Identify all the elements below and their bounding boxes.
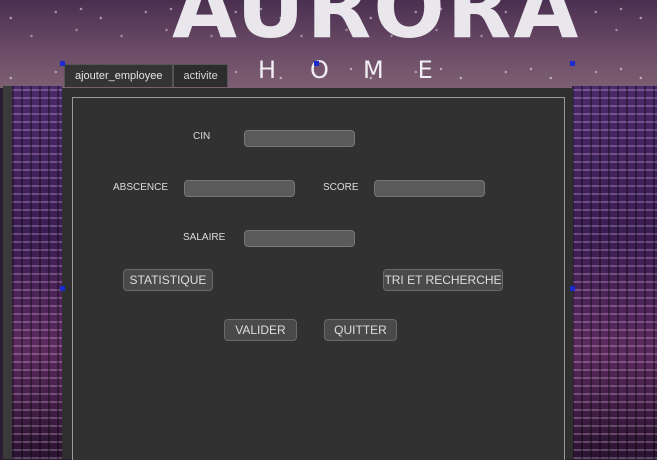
cin-input[interactable] bbox=[244, 130, 355, 147]
salaire-label: SALAIRE bbox=[183, 232, 226, 243]
tri-recherche-button[interactable]: TRI ET RECHERCHE bbox=[383, 269, 503, 291]
tab-ajouter-employee[interactable]: ajouter_employee bbox=[64, 64, 174, 87]
banner-title: AURORA bbox=[172, 0, 581, 57]
city-background-right bbox=[572, 86, 657, 459]
selection-handle-top-right[interactable] bbox=[570, 61, 575, 66]
banner-subtitle: HOME bbox=[258, 56, 467, 84]
city-background-left bbox=[12, 86, 62, 459]
abscence-label: ABSCENCE bbox=[113, 182, 169, 193]
salaire-input[interactable] bbox=[244, 230, 355, 247]
cin-label: CIN bbox=[193, 131, 211, 142]
valider-button[interactable]: VALIDER bbox=[224, 319, 297, 341]
score-label: SCORE bbox=[323, 182, 359, 193]
tab-activite[interactable]: activite bbox=[173, 64, 228, 87]
quitter-button[interactable]: QUITTER bbox=[324, 319, 397, 341]
tab-bar: ajouter_employee activite bbox=[64, 64, 228, 88]
abscence-input[interactable] bbox=[184, 180, 295, 197]
score-input[interactable] bbox=[374, 180, 485, 197]
selection-handle-right[interactable] bbox=[570, 286, 575, 291]
statistique-button[interactable]: STATISTIQUE bbox=[123, 269, 213, 291]
selection-handle-top[interactable] bbox=[314, 61, 319, 66]
selection-handle-top-left[interactable] bbox=[60, 61, 65, 66]
window-frame-edge bbox=[3, 86, 12, 459]
selection-handle-left[interactable] bbox=[60, 286, 65, 291]
